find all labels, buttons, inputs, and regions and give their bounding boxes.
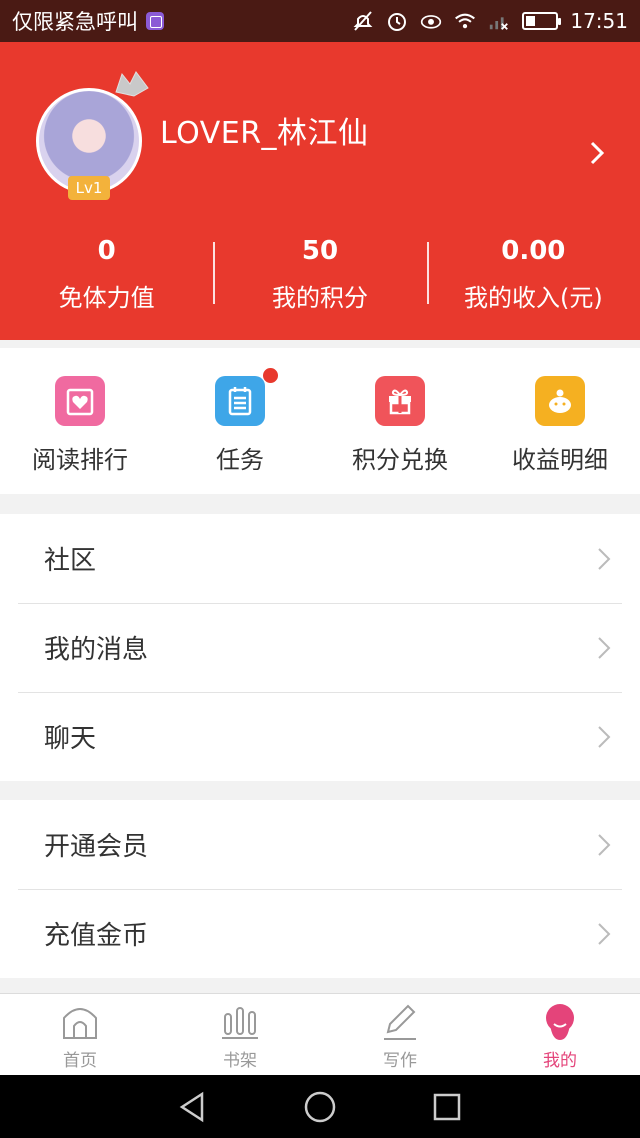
- profile-header[interactable]: Lv1 LOVER_林江仙 0 免体力值 50 我的积分 0.00 我的收入(元…: [0, 42, 640, 340]
- quick-item-label: 阅读排行: [32, 446, 128, 474]
- menu-item-recharge[interactable]: 充值金币: [0, 889, 640, 978]
- menu-item-membership[interactable]: 开通会员: [0, 800, 640, 889]
- eye-comfort-icon: [420, 10, 442, 32]
- tab-label: 书架: [223, 1051, 257, 1071]
- piggy-bank-icon: [535, 376, 585, 426]
- menu-item-label: 充值金币: [44, 921, 149, 951]
- menu-item-messages[interactable]: 我的消息: [0, 603, 640, 692]
- tab-label: 我的: [543, 1051, 577, 1071]
- bottom-tab-bar: 首页 书架 写作 我的: [0, 993, 640, 1075]
- stats-row: 0 免体力值 50 我的积分 0.00 我的收入(元): [0, 228, 640, 318]
- stat-label: 我的收入(元): [463, 284, 603, 312]
- quick-item-points-exchange[interactable]: 积分兑换: [320, 348, 480, 494]
- notification-dot: [263, 368, 278, 383]
- stat-stamina[interactable]: 0 免体力值: [0, 228, 213, 318]
- profile-icon: [546, 1004, 574, 1040]
- alarm-icon: [386, 10, 408, 32]
- system-nav-bar: [0, 1075, 640, 1138]
- tab-bookshelf[interactable]: 书架: [160, 994, 320, 1075]
- menu-item-label: 聊天: [44, 724, 97, 754]
- stat-income[interactable]: 0.00 我的收入(元): [426, 228, 640, 318]
- chevron-right-icon: [598, 922, 611, 945]
- stat-label: 免体力值: [58, 284, 155, 312]
- menu-item-label: 我的消息: [44, 635, 149, 665]
- heart-envelope-icon: [55, 376, 105, 426]
- menu-group-account: 开通会员 充值金币: [0, 800, 640, 978]
- stat-label: 我的积分: [271, 284, 368, 312]
- tab-label: 写作: [383, 1051, 417, 1071]
- username: LOVER_林江仙: [160, 116, 369, 151]
- level-badge: Lv1: [68, 176, 110, 200]
- avatar[interactable]: Lv1: [36, 71, 149, 200]
- bookshelf-icon: [222, 1007, 258, 1039]
- quick-item-reading-rank[interactable]: 阅读排行: [0, 348, 160, 494]
- quick-menu: 阅读排行 任务 积分兑换 收益明细: [0, 348, 640, 494]
- menu-group-social: 社区 我的消息 聊天: [0, 514, 640, 781]
- stat-value: 0: [97, 236, 116, 266]
- chevron-right-icon[interactable]: [584, 140, 610, 166]
- gift-icon: [375, 376, 425, 426]
- chevron-right-icon: [598, 725, 611, 748]
- menu-item-label: 开通会员: [44, 832, 149, 862]
- tab-home[interactable]: 首页: [0, 994, 160, 1075]
- crown-icon: [115, 71, 149, 97]
- pencil-icon: [384, 1004, 416, 1040]
- stat-value: 0.00: [501, 236, 566, 266]
- recents-icon[interactable]: [430, 1090, 464, 1124]
- quick-item-label: 收益明细: [512, 446, 608, 474]
- tab-mine[interactable]: 我的: [480, 994, 640, 1075]
- menu-item-label: 社区: [44, 546, 97, 576]
- menu-item-chat[interactable]: 聊天: [0, 692, 640, 781]
- quick-item-label: 任务: [216, 446, 264, 474]
- quick-item-tasks[interactable]: 任务: [160, 348, 320, 494]
- chevron-right-icon: [598, 833, 611, 856]
- quick-item-earnings[interactable]: 收益明细: [480, 348, 640, 494]
- mute-icon: [352, 10, 374, 32]
- clock-text: 17:51: [570, 9, 628, 33]
- tab-write[interactable]: 写作: [320, 994, 480, 1075]
- carrier-text: 仅限紧急呼叫: [12, 10, 138, 34]
- menu-item-community[interactable]: 社区: [0, 514, 640, 603]
- wifi-icon: [454, 10, 476, 32]
- stat-points[interactable]: 50 我的积分: [213, 228, 426, 318]
- status-icons: 17:51: [352, 9, 628, 33]
- home-circle-icon[interactable]: [303, 1090, 337, 1124]
- back-icon[interactable]: [176, 1090, 210, 1124]
- stat-value: 50: [301, 236, 339, 266]
- task-list-icon: [215, 376, 265, 426]
- tab-label: 首页: [63, 1051, 97, 1071]
- battery-icon: [522, 12, 562, 30]
- quick-item-label: 积分兑换: [352, 446, 448, 474]
- chevron-right-icon: [598, 636, 611, 659]
- status-bar: 仅限紧急呼叫 17:51: [0, 0, 640, 42]
- chevron-right-icon: [598, 547, 611, 570]
- gallery-notification-icon: [146, 12, 164, 30]
- signal-icon: [488, 10, 510, 32]
- home-icon: [63, 1008, 97, 1039]
